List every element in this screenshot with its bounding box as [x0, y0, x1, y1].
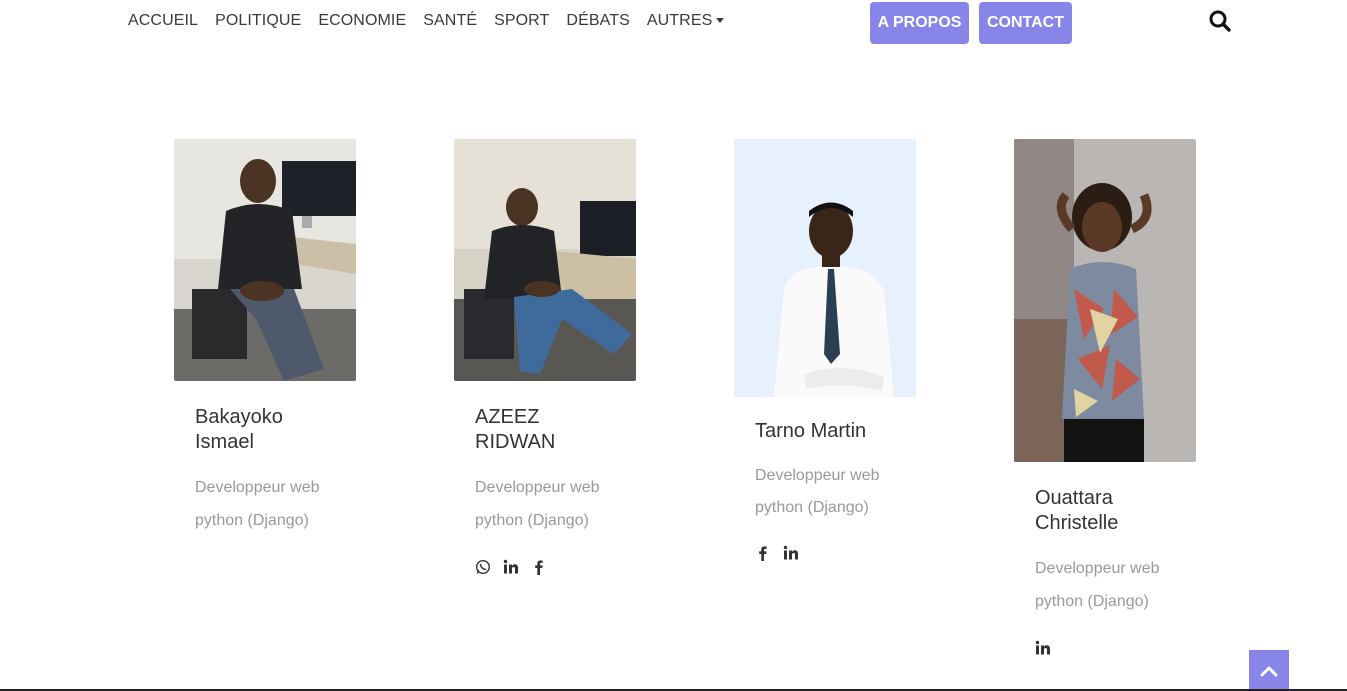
member-role: Developpeur web python (Django) [195, 479, 320, 529]
member-role: Developpeur web python (Django) [475, 479, 600, 529]
search-icon[interactable] [1208, 9, 1232, 33]
member-photo [1014, 139, 1196, 462]
member-photo [174, 139, 356, 381]
linkedin-icon[interactable] [1035, 640, 1051, 656]
nav-link-debats[interactable]: DÉBATS [566, 12, 629, 30]
linkedin-icon[interactable] [783, 545, 799, 561]
nav-dropdown-label: AUTRES [646, 12, 713, 29]
facebook-icon[interactable] [531, 559, 547, 575]
chevron-up-icon [1260, 666, 1278, 676]
member-role: Developpeur web python (Django) [755, 467, 880, 516]
member-name: Bakayoko Ismael [195, 406, 283, 453]
nav-link-accueil[interactable]: ACCUEIL [128, 12, 198, 30]
nav-link-economie[interactable]: ECONOMIE [318, 12, 406, 30]
member-photo [454, 139, 636, 381]
facebook-icon[interactable] [755, 545, 771, 561]
back-to-top-button[interactable] [1249, 650, 1289, 691]
nav-dropdown-autres[interactable]: AUTRES [647, 12, 725, 30]
main-menu: ACCUEIL POLITIQUE ECONOMIE SANTÉ SPORT D… [128, 12, 725, 30]
contact-button[interactable]: CONTACT [979, 2, 1072, 44]
social-links [755, 545, 916, 561]
team-card: Tarno Martin Developpeur web python (Dja… [734, 139, 916, 561]
team-card: Bakayoko Ismael Developpeur web python (… [174, 139, 356, 537]
team-card: AZEEZ RIDWAN Developpeur web python (Dja… [454, 139, 636, 575]
member-role: Developpeur web python (Django) [1035, 560, 1160, 610]
nav-link-politique[interactable]: POLITIQUE [215, 12, 301, 30]
member-name: Tarno Martin [755, 420, 867, 442]
nav-link-sport[interactable]: SPORT [494, 12, 549, 30]
linkedin-icon[interactable] [503, 559, 519, 575]
member-name: AZEEZ RIDWAN [475, 406, 556, 453]
top-navbar: ACCUEIL POLITIQUE ECONOMIE SANTÉ SPORT D… [0, 0, 1347, 46]
caret-down-icon [716, 18, 725, 24]
about-button[interactable]: A PROPOS [870, 2, 969, 44]
social-links [475, 559, 636, 575]
whatsapp-icon[interactable] [475, 559, 491, 575]
nav-link-sante[interactable]: SANTÉ [423, 12, 477, 30]
member-name: Ouattara Christelle [1035, 487, 1119, 534]
team-card: Ouattara Christelle Developpeur web pyth… [1014, 139, 1196, 656]
member-photo [734, 139, 916, 397]
social-links [1035, 640, 1196, 656]
